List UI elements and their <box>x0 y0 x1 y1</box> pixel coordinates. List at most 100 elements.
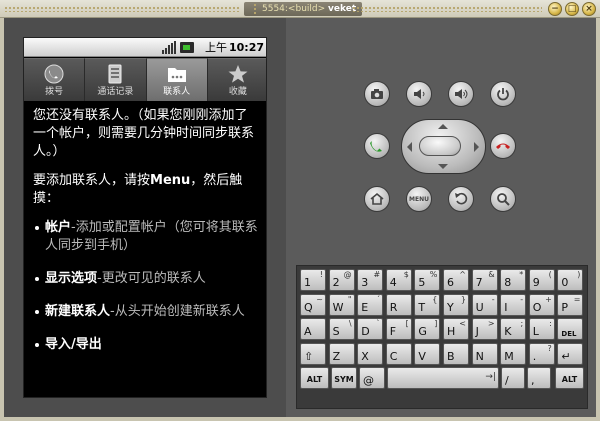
key-g[interactable]: G] <box>414 318 441 340</box>
key-label: D <box>361 325 370 338</box>
key-s[interactable]: S \ <box>328 318 355 340</box>
end-call-button[interactable] <box>490 133 516 159</box>
star-icon <box>228 65 248 83</box>
key-q[interactable]: Q ~ <box>300 293 326 316</box>
key-p[interactable]: P = <box>557 293 584 316</box>
key-t[interactable]: T{ <box>414 293 441 316</box>
key-alt-left[interactable]: ALT <box>300 367 329 389</box>
list-item-desc: -更改可见的联系人 <box>97 271 206 286</box>
titlebar-grip-left <box>4 6 240 12</box>
window-titlebar[interactable]: 5554:<build> veket − □ × <box>0 0 600 18</box>
key-2[interactable]: 2 @ <box>328 269 355 291</box>
key-del[interactable]: DEL <box>557 318 584 340</box>
dpad-right-icon[interactable] <box>474 142 479 152</box>
power-button[interactable] <box>490 81 516 107</box>
key-d[interactable]: D ` <box>357 318 384 340</box>
volume-up-icon <box>455 89 468 99</box>
key-.[interactable]: .? <box>528 342 555 365</box>
key-x[interactable]: X <box>357 342 384 365</box>
key-space[interactable]: →| <box>387 367 499 389</box>
camera-button[interactable] <box>364 81 390 107</box>
dpad-left-icon[interactable] <box>407 142 412 152</box>
status-bar[interactable]: 上午 10:27 <box>24 38 266 57</box>
key-at[interactable]: @ <box>359 367 385 389</box>
key-sym[interactable]: SYM <box>331 367 357 389</box>
dpad-down-icon[interactable] <box>438 164 448 169</box>
home-button[interactable] <box>364 186 390 212</box>
tab-dialer[interactable]: 拨号 <box>24 58 86 101</box>
key-i[interactable]: I- <box>500 293 527 316</box>
key-label: ALT <box>561 375 578 384</box>
dpad-up-icon[interactable] <box>438 124 448 129</box>
key-j[interactable]: J > <box>471 318 498 340</box>
key-label: ALT <box>306 375 323 384</box>
key-5[interactable]: 5% <box>414 269 441 291</box>
signal-icon <box>162 41 176 54</box>
back-button[interactable] <box>448 186 474 212</box>
key-slash[interactable]: / <box>501 367 525 389</box>
key-c[interactable]: C <box>385 342 412 365</box>
key-alt-label: * <box>519 270 524 279</box>
key-u[interactable]: U- <box>471 293 498 316</box>
key-3[interactable]: 3 # <box>357 269 384 291</box>
key-n[interactable]: N <box>471 342 498 365</box>
phone-screen[interactable]: 上午 10:27 拨号 通话记录 联系人 收藏 您还没有联系人。（如果您刚刚添加… <box>23 37 267 398</box>
key-y[interactable]: Y} <box>443 293 469 316</box>
tab-favorites[interactable]: 收藏 <box>207 58 266 101</box>
key-alt-label: ( <box>548 270 552 279</box>
key-b[interactable]: B <box>443 342 469 365</box>
end-call-icon <box>496 143 510 149</box>
key-shift[interactable]: ⇧ <box>300 342 326 365</box>
key-alt-label: & <box>488 270 495 279</box>
call-button[interactable] <box>364 133 390 159</box>
key-w[interactable]: W " <box>328 293 355 316</box>
key-v[interactable]: V <box>414 342 441 365</box>
tab-call-log[interactable]: 通话记录 <box>85 58 147 101</box>
key-9[interactable]: 9( <box>528 269 555 291</box>
key-o[interactable]: O + <box>528 293 555 316</box>
minimize-button[interactable]: − <box>548 2 562 16</box>
status-time: 上午 10:27 <box>205 39 264 56</box>
key-z[interactable]: Z <box>328 342 355 365</box>
key-l[interactable]: L: <box>528 318 555 340</box>
key-4[interactable]: 4 $ <box>385 269 412 291</box>
list-item-desc: -添加或配置帐户（您可将其联系人同步到手机） <box>45 220 258 253</box>
key-a[interactable]: A <box>300 318 326 340</box>
volume-up-button[interactable] <box>448 81 474 107</box>
key-enter[interactable]: ↵ <box>557 342 584 365</box>
search-icon <box>497 193 510 206</box>
key-m[interactable]: M <box>500 342 527 365</box>
intro-text: 您还没有联系人。（如果您刚刚添加了一个帐户，则需要几分钟时间同步联系人。） <box>33 108 255 159</box>
key-label: U <box>475 300 484 314</box>
key-k[interactable]: K; <box>500 318 527 340</box>
key-0[interactable]: 0) <box>557 269 584 291</box>
key-6[interactable]: 6 ^ <box>443 269 469 291</box>
key-label: A <box>304 325 312 338</box>
list-item-title: 新建联系人 <box>45 304 111 319</box>
key-alt-label: = <box>573 294 581 304</box>
key-comma[interactable]: , <box>527 367 551 389</box>
key-h[interactable]: H < <box>443 318 469 340</box>
volume-down-button[interactable] <box>406 81 432 107</box>
key-alt-label: ` <box>376 319 381 328</box>
key-label: SYM <box>334 375 354 384</box>
maximize-button[interactable]: □ <box>565 2 579 16</box>
key-label: 1 <box>304 276 311 289</box>
tab-contacts[interactable]: 联系人 <box>146 58 208 101</box>
key-7[interactable]: 7 & <box>471 269 498 291</box>
key-alt-label: " <box>347 294 352 304</box>
key-label: K <box>504 325 512 338</box>
key-alt-label: ~ <box>316 294 323 304</box>
key-label: @ <box>363 374 374 387</box>
key-alt-right[interactable]: ALT <box>555 367 584 389</box>
key-e[interactable]: E ´ <box>357 293 384 316</box>
key-r[interactable]: R <box>385 293 412 316</box>
menu-button[interactable]: MENU <box>406 186 432 212</box>
power-icon <box>497 88 509 101</box>
search-button[interactable] <box>490 186 516 212</box>
key-8[interactable]: 8 * <box>500 269 527 291</box>
key-1[interactable]: 1! <box>300 269 326 291</box>
key-f[interactable]: F[ <box>385 318 412 340</box>
dpad-center-button[interactable] <box>419 136 461 156</box>
close-button[interactable]: × <box>582 2 596 16</box>
